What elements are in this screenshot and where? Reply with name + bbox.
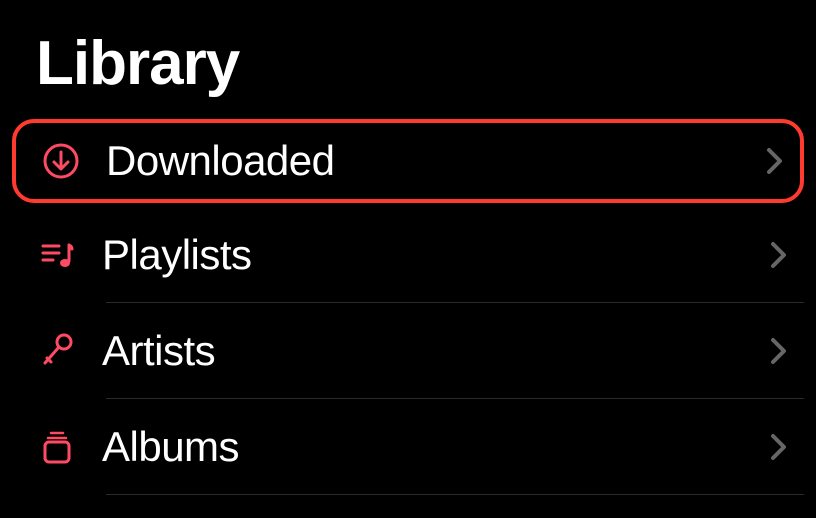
playlist-icon xyxy=(12,235,102,275)
library-row-albums[interactable]: Albums xyxy=(12,399,804,495)
library-row-label: Playlists xyxy=(102,231,754,279)
library-row-label: Artists xyxy=(102,327,754,375)
chevron-right-icon xyxy=(754,241,804,269)
download-circle-icon xyxy=(16,141,106,181)
library-list: Downloaded Playlists xyxy=(0,109,816,495)
library-row-label: Albums xyxy=(102,423,754,471)
page-title: Library xyxy=(0,0,816,109)
chevron-right-icon xyxy=(754,337,804,365)
library-row-playlists[interactable]: Playlists xyxy=(12,207,804,303)
chevron-right-icon xyxy=(754,433,804,461)
library-row-artists[interactable]: Artists xyxy=(12,303,804,399)
library-row-label: Downloaded xyxy=(106,137,750,185)
chevron-right-icon xyxy=(750,147,800,175)
library-row-downloaded[interactable]: Downloaded xyxy=(12,119,804,203)
albums-icon xyxy=(12,427,102,467)
microphone-icon xyxy=(12,331,102,371)
row-divider xyxy=(106,494,804,495)
